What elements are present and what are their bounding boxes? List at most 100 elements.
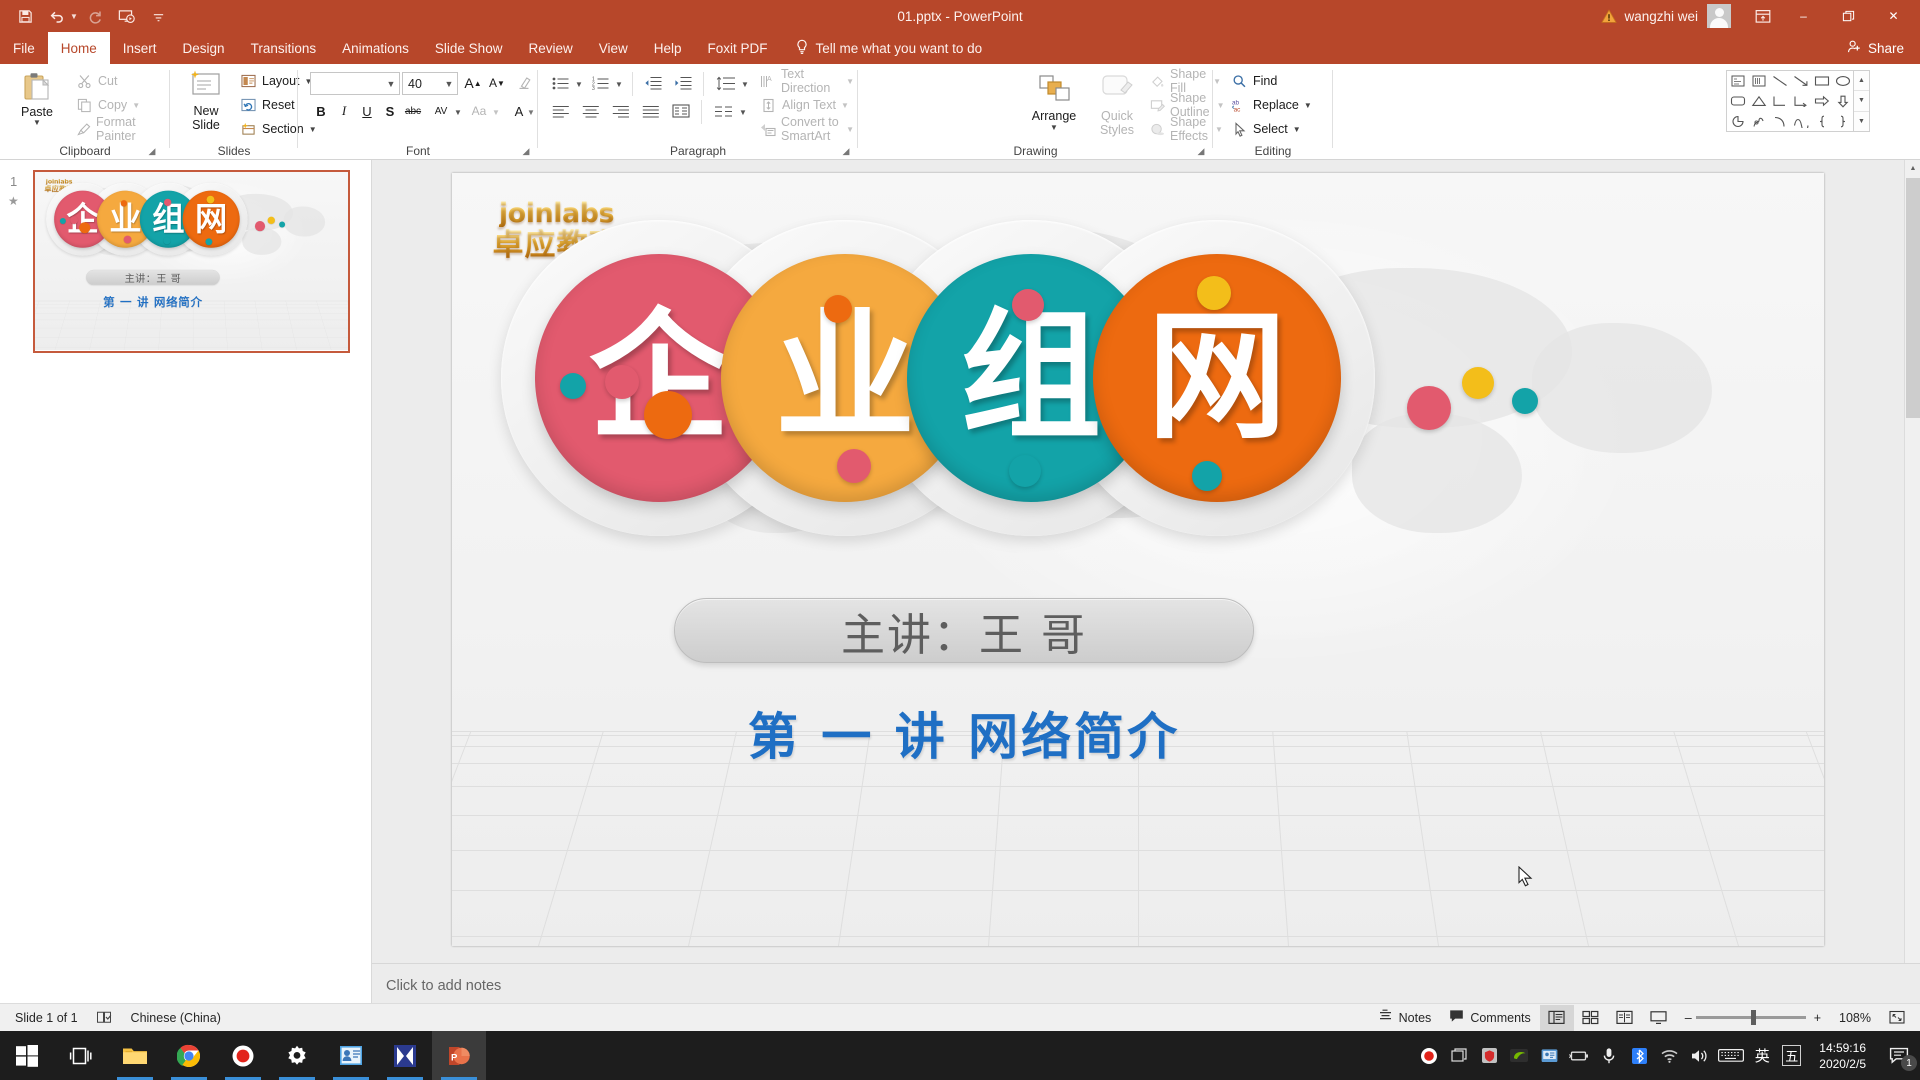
tab-insert[interactable]: Insert [110,32,170,64]
shape-left-brace-icon[interactable] [1811,111,1832,131]
show-desktop-icon[interactable] [1444,1031,1474,1080]
language-label[interactable]: Chinese (China) [122,1004,230,1032]
italic-button[interactable]: I [333,100,355,122]
tab-transitions[interactable]: Transitions [238,32,330,64]
screen-recorder-icon[interactable] [216,1031,270,1080]
circles-group[interactable]: 企业组网 [452,173,1824,946]
align-left-button[interactable] [548,100,574,122]
security-shield-icon[interactable] [1474,1031,1504,1080]
character-spacing-dropdown-icon[interactable]: ▼ [454,108,462,117]
undo-icon[interactable] [42,3,72,29]
microphone-icon[interactable] [1594,1031,1624,1080]
presenter-textbox[interactable]: 主讲：王 哥 [674,598,1254,663]
wifi-icon[interactable] [1654,1031,1684,1080]
clear-formatting-icon[interactable] [513,72,535,94]
columns-dropdown-icon[interactable]: ▼ [739,108,747,117]
close-button[interactable]: ✕ [1871,0,1916,32]
normal-view-icon[interactable] [1539,1004,1574,1031]
font-dialog-launcher[interactable]: ◢ [520,145,532,157]
minimize-button[interactable]: – [1781,0,1826,32]
start-slideshow-icon[interactable] [112,3,142,29]
tell-me-search[interactable]: Tell me what you want to do [781,32,993,64]
zoom-in-button[interactable]: + [1806,1004,1830,1032]
shape-pie-icon[interactable] [1727,111,1748,131]
reset-button[interactable]: Reset [236,94,299,116]
clock[interactable]: 14:59:16 2020/2/5 [1807,1031,1878,1080]
bluetooth-icon[interactable] [1624,1031,1654,1080]
columns-layout-button[interactable] [710,100,738,122]
tab-review[interactable]: Review [515,32,585,64]
shape-triangle-icon[interactable] [1748,91,1769,111]
nvidia-icon[interactable] [1504,1031,1534,1080]
zoom-out-button[interactable]: – [1676,1004,1696,1032]
ime-mode-indicator[interactable]: 五 [1782,1045,1802,1066]
scroll-up-icon[interactable]: ▲ [1905,160,1920,177]
restore-button[interactable] [1826,0,1871,32]
shape-curve-icon[interactable] [1790,111,1811,131]
align-right-button[interactable] [608,100,634,122]
shape-down-arrow-icon[interactable] [1832,91,1853,111]
ime-language-indicator[interactable]: 英 [1748,1045,1776,1066]
columns-button[interactable] [668,100,694,122]
chevron-down-icon[interactable]: ▼ [441,79,457,89]
bullets-button[interactable] [548,72,574,94]
save-icon[interactable] [10,3,40,29]
tab-help[interactable]: Help [641,32,695,64]
volume-icon[interactable] [1684,1031,1714,1080]
shape-arrow-icon[interactable] [1790,71,1811,91]
slide-count-label[interactable]: Slide 1 of 1 [6,1004,87,1032]
select-dropdown-icon[interactable]: ▼ [1293,125,1301,134]
shape-right-arrow-icon[interactable] [1811,91,1832,111]
comments-button[interactable]: Comments [1440,1004,1539,1032]
shapes-scroll-up-icon[interactable]: ▲ [1854,71,1869,92]
lecture-title-textbox[interactable]: 第 一 讲 网络简介 [674,693,1254,773]
slideshow-view-icon[interactable] [1642,1005,1676,1031]
arrange-button[interactable]: Arrange ▼ [1023,70,1085,144]
ribbon-display-options-icon[interactable] [1745,1,1781,31]
redo-icon[interactable] [80,3,110,29]
shape-rectangle-icon[interactable] [1811,71,1832,91]
undo-dropdown-icon[interactable]: ▼ [70,12,78,21]
xmind-app-icon[interactable] [378,1031,432,1080]
decrease-font-size-button[interactable]: A ▼ [486,72,508,94]
paste-dropdown-icon[interactable]: ▼ [33,119,41,127]
replace-button[interactable]: ab ac Replace ▼ [1227,94,1316,116]
select-button[interactable]: Select ▼ [1227,118,1305,140]
file-explorer-icon[interactable] [108,1031,162,1080]
shape-rounded-rectangle-icon[interactable] [1727,91,1748,111]
shapes-scroll-down-icon[interactable]: ▼ [1854,91,1869,112]
character-spacing-button[interactable]: AV [426,100,456,122]
text-shadow-button[interactable]: S [379,100,401,122]
paste-button[interactable]: Paste ▼ [10,69,64,141]
lecture-title-textbox[interactable]: 第 一 讲 网络简介 [86,292,220,310]
google-chrome-icon[interactable] [162,1031,216,1080]
start-windows-icon[interactable] [0,1031,54,1080]
network-share-icon[interactable] [1534,1031,1564,1080]
tab-file[interactable]: File [0,32,48,64]
paragraph-dialog-launcher[interactable]: ◢ [840,145,852,157]
slide-thumbnail-1[interactable]: joinlabs 卓应教育企业组网主讲：王 哥第 一 讲 网络简介 [33,170,350,353]
numbering-dropdown-icon[interactable]: ▼ [615,80,623,89]
zoom-level-label[interactable]: 108% [1830,1004,1880,1032]
bold-button[interactable]: B [310,100,332,122]
numbering-button[interactable]: 123 [588,72,614,94]
battery-icon[interactable] [1564,1031,1594,1080]
arrange-dropdown-icon[interactable]: ▼ [1050,123,1058,132]
shape-ellipse-icon[interactable] [1832,71,1853,91]
avatar[interactable] [1707,4,1731,28]
shapes-gallery[interactable] [1726,70,1854,132]
powerpoint-icon[interactable]: P [432,1031,486,1080]
recorder-tray-icon[interactable] [1414,1031,1444,1080]
keyboard-icon[interactable] [1714,1031,1748,1080]
circles-group[interactable]: 企业组网 [35,172,348,350]
decrease-indent-button[interactable] [640,72,666,94]
fit-to-window-icon[interactable] [1880,1005,1914,1031]
vertical-scrollbar[interactable]: ▲ ▼ ▲ ▼ [1904,160,1920,1023]
tab-view[interactable]: View [586,32,641,64]
drawing-dialog-launcher[interactable]: ◢ [1195,145,1207,157]
tab-slide-show[interactable]: Slide Show [422,32,516,64]
line-spacing-dropdown-icon[interactable]: ▼ [741,80,749,89]
share-button[interactable]: Share [1837,32,1920,64]
clipboard-dialog-launcher[interactable]: ◢ [146,145,158,157]
shape-elbow-arrow-icon[interactable] [1790,91,1811,111]
